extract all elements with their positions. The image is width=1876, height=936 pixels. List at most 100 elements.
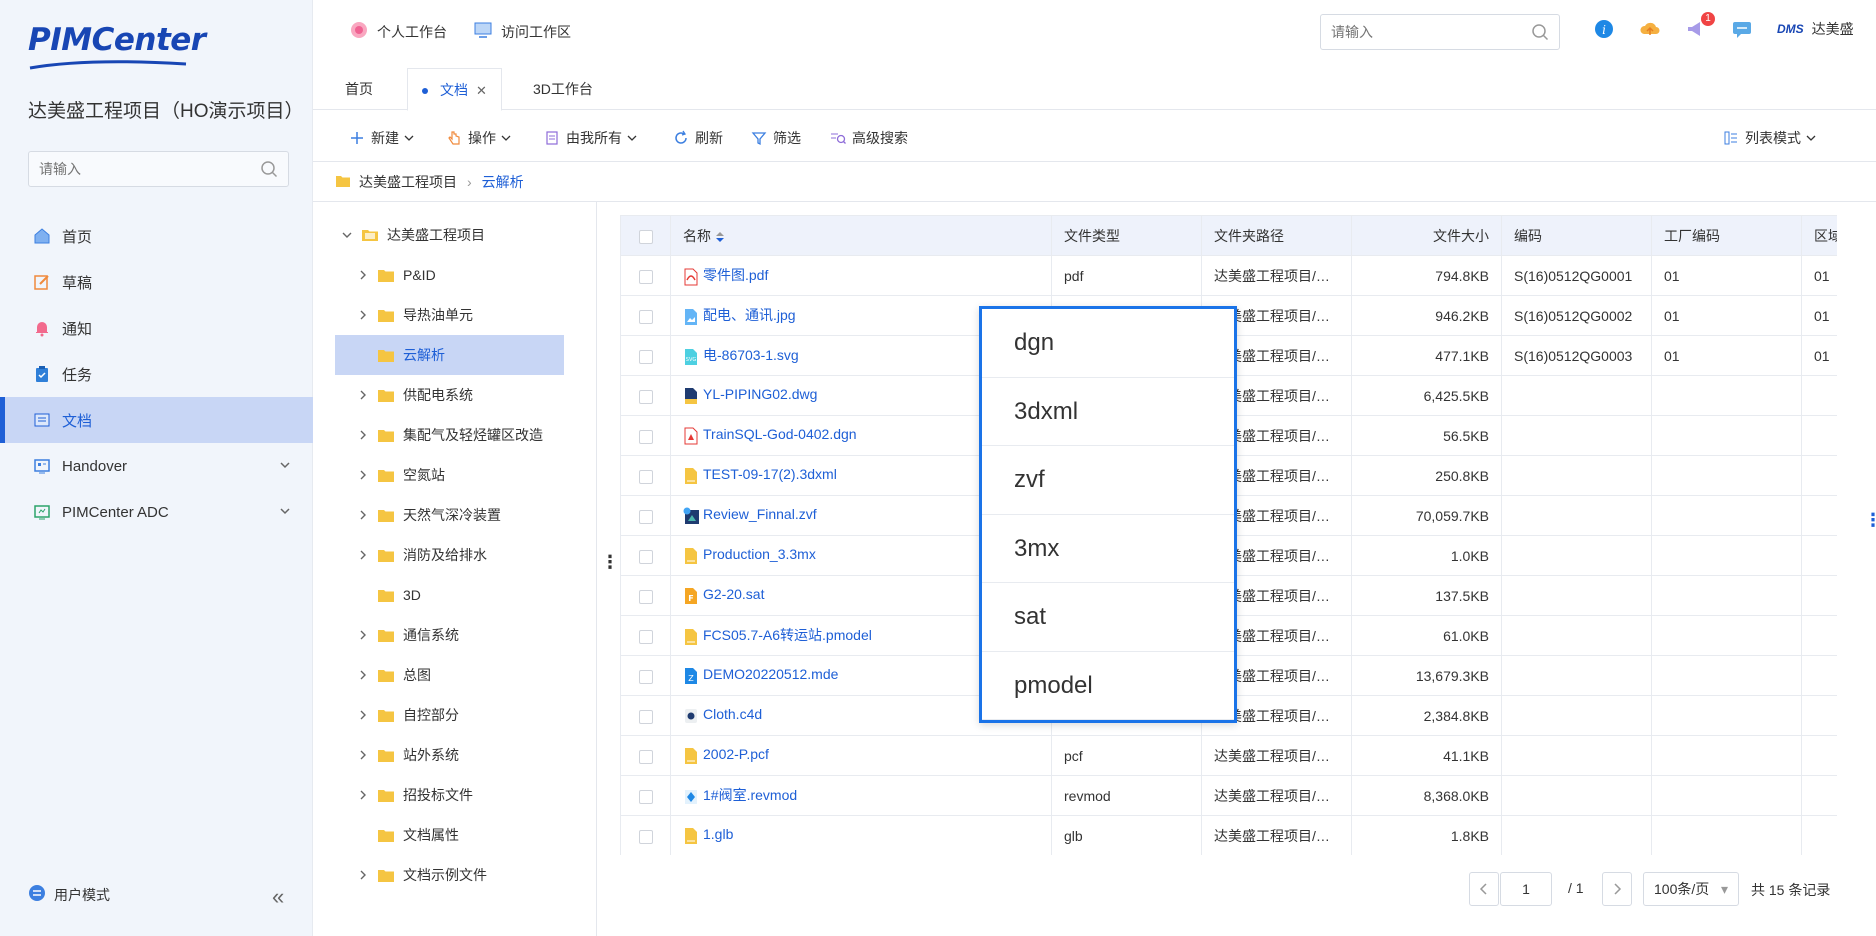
filter-button[interactable]: 筛选	[751, 128, 801, 148]
chevron-right-icon[interactable]	[355, 629, 371, 641]
tree-node[interactable]: 云解析	[335, 335, 564, 375]
sort-icon[interactable]	[715, 230, 725, 244]
column-header-path[interactable]: 文件夹路径	[1201, 215, 1352, 256]
page-size-select[interactable]: 100条/页 ▾	[1643, 872, 1739, 906]
dropdown-option[interactable]: dgn	[982, 309, 1234, 378]
select-all-checkbox[interactable]	[638, 229, 653, 244]
dropdown-option[interactable]: 3mx	[982, 515, 1234, 583]
tree-node[interactable]: 站外系统	[335, 735, 595, 775]
dropdown-option[interactable]: sat	[982, 583, 1234, 652]
file-name[interactable]: TEST-09-17(2).3dxml	[703, 466, 837, 482]
file-name[interactable]: Review_Finnal.zvf	[703, 506, 817, 522]
row-checkbox[interactable]	[638, 749, 653, 764]
tree-node[interactable]: 招投标文件	[335, 775, 595, 815]
tree-node[interactable]: 文档示例文件	[335, 855, 595, 895]
file-name[interactable]: 1#阀室.revmod	[703, 787, 797, 803]
row-checkbox[interactable]	[638, 669, 653, 684]
chevron-down-icon[interactable]	[279, 505, 291, 517]
user-mode-toggle[interactable]: 用户模式	[28, 884, 110, 905]
tree-node[interactable]: 通信系统	[335, 615, 595, 655]
upload-cloud-icon[interactable]	[1639, 18, 1661, 40]
collapse-sidebar-icon[interactable]: «	[272, 884, 284, 910]
column-header-plant-code[interactable]: 工厂编码	[1651, 215, 1802, 256]
info-icon[interactable]: i	[1593, 18, 1615, 40]
close-icon[interactable]: ✕	[476, 83, 487, 98]
breadcrumb-root[interactable]: 达美盛工程项目	[359, 172, 457, 192]
top-search-input[interactable]	[1321, 15, 1521, 49]
breadcrumb-current[interactable]: 云解析	[482, 172, 524, 192]
chevron-right-icon[interactable]	[355, 469, 371, 481]
row-checkbox[interactable]	[638, 629, 653, 644]
sidebar-item-documents[interactable]: 文档	[0, 397, 313, 443]
tree-node[interactable]: 供配电系统	[335, 375, 595, 415]
file-name[interactable]: TrainSQL-God-0402.dgn	[703, 426, 857, 442]
chevron-right-icon[interactable]	[355, 549, 371, 561]
megaphone-icon[interactable]: 1	[1685, 12, 1715, 40]
search-icon[interactable]	[260, 160, 278, 178]
chevron-right-icon[interactable]	[355, 669, 371, 681]
tree-node[interactable]: 3D	[335, 575, 595, 615]
sidebar-item-drafts[interactable]: 草稿	[0, 259, 313, 305]
user-name[interactable]: 达美盛	[1812, 19, 1854, 39]
chevron-right-icon[interactable]	[355, 509, 371, 521]
tree-node[interactable]: 总图	[335, 655, 595, 695]
chevron-right-icon[interactable]	[355, 389, 371, 401]
row-checkbox[interactable]	[638, 789, 653, 804]
tab-documents[interactable]: 文档 ✕	[407, 68, 502, 111]
row-checkbox[interactable]	[638, 549, 653, 564]
tab-3d-workspace[interactable]: 3D工作台	[519, 68, 607, 110]
column-header-code[interactable]: 编码	[1501, 215, 1652, 256]
chevron-right-icon[interactable]	[355, 709, 371, 721]
column-header-area[interactable]: 区域	[1801, 215, 1837, 256]
file-name[interactable]: 2002-P.pcf	[703, 746, 769, 762]
operate-button[interactable]: 操作	[446, 128, 512, 148]
file-name[interactable]: 零件图.pdf	[703, 267, 768, 283]
file-name[interactable]: G2-20.sat	[703, 586, 764, 602]
row-checkbox[interactable]	[638, 829, 653, 844]
tree-node[interactable]: 文档属性	[335, 815, 595, 855]
file-name[interactable]: 电-86703-1.svg	[703, 347, 799, 363]
chevron-down-icon[interactable]	[339, 229, 355, 241]
file-name[interactable]: 配电、通讯.jpg	[703, 307, 796, 323]
view-mode-button[interactable]: 列表模式	[1723, 128, 1817, 148]
owned-by-me-button[interactable]: 由我所有	[544, 128, 638, 148]
dropdown-option[interactable]: pmodel	[982, 652, 1234, 720]
row-checkbox[interactable]	[638, 589, 653, 604]
tree-node[interactable]: 空氮站	[335, 455, 595, 495]
chevron-right-icon[interactable]	[355, 429, 371, 441]
pimcenter-logo[interactable]: PIMCenter	[28, 22, 206, 70]
tree-node[interactable]: 天然气深冷装置	[335, 495, 595, 535]
dropdown-option[interactable]: 3dxml	[982, 378, 1234, 446]
sidebar-item-home[interactable]: 首页	[0, 213, 313, 259]
tree-node[interactable]: 导热油单元	[335, 295, 595, 335]
table-row[interactable]: 1.glb glb 达美盛工程项目/云解析 1.8KB	[620, 815, 1837, 855]
row-checkbox[interactable]	[638, 389, 653, 404]
table-row[interactable]: 2002-P.pcf pcf 达美盛工程项目/云解析 41.1KB	[620, 735, 1837, 776]
file-name[interactable]: YL-PIPING02.dwg	[703, 386, 817, 402]
row-checkbox[interactable]	[638, 309, 653, 324]
tree-node-root[interactable]: 达美盛工程项目	[335, 215, 595, 255]
chevron-right-icon[interactable]	[355, 869, 371, 881]
row-checkbox[interactable]	[638, 709, 653, 724]
panel-resize-handle-icon[interactable]: ⋮	[601, 552, 619, 573]
sidebar-item-tasks[interactable]: 任务	[0, 351, 313, 397]
tree-node[interactable]: 消防及给排水	[335, 535, 595, 575]
row-checkbox[interactable]	[638, 509, 653, 524]
sidebar-item-handover[interactable]: Handover	[0, 443, 313, 489]
dropdown-option[interactable]: zvf	[982, 446, 1234, 515]
sidebar-item-notifications[interactable]: 通知	[0, 305, 313, 351]
column-header-type[interactable]: 文件类型	[1051, 215, 1202, 256]
sidebar-item-pimcenter-adc[interactable]: PIMCenter ADC	[0, 489, 313, 535]
row-checkbox[interactable]	[638, 469, 653, 484]
table-row[interactable]: 零件图.pdf pdf 达美盛工程项目/云解析 794.8KB S(16)0512QG0…	[620, 255, 1837, 296]
chevron-right-icon[interactable]	[355, 749, 371, 761]
chevron-right-icon[interactable]	[355, 269, 371, 281]
column-header-size[interactable]: 文件大小	[1351, 215, 1502, 256]
right-panel-handle-icon[interactable]: ⋮	[1864, 510, 1876, 531]
row-checkbox[interactable]	[638, 429, 653, 444]
search-icon[interactable]	[1531, 23, 1549, 41]
new-button[interactable]: 新建	[349, 128, 415, 148]
column-header-name[interactable]: 名称	[670, 215, 1052, 256]
file-name[interactable]: FCS05.7-A6转运站.pmodel	[703, 627, 872, 643]
page-number-input[interactable]: 1	[1500, 872, 1552, 906]
